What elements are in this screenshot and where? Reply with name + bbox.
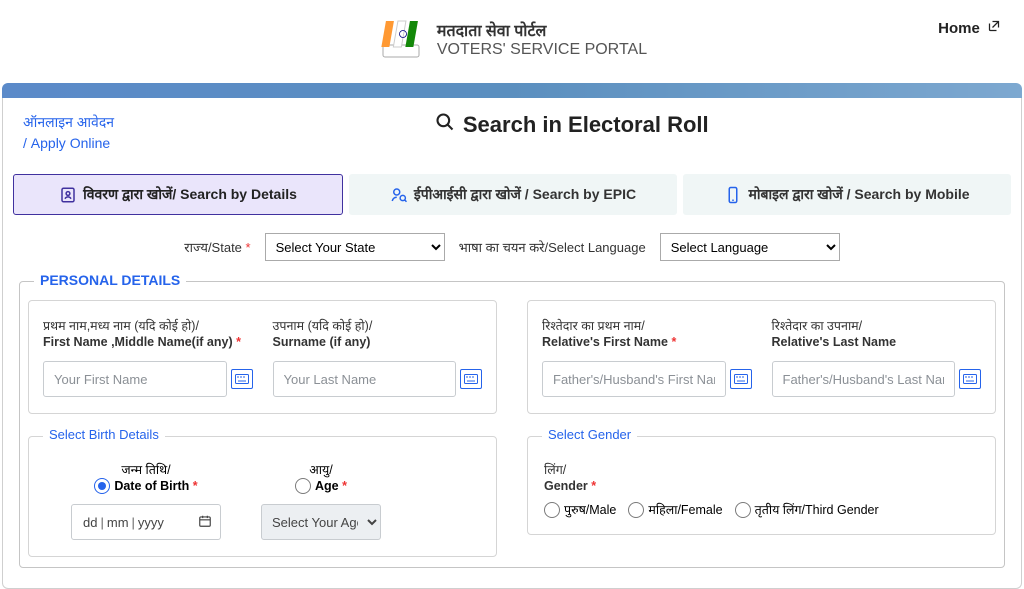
relative-first-name-input[interactable] bbox=[542, 361, 726, 397]
banner-strip bbox=[2, 83, 1022, 98]
surname-label-hi: उपनाम (यदि कोई हो)/ bbox=[273, 317, 483, 334]
dob-input[interactable]: dd|mm|yyyy bbox=[71, 504, 221, 540]
dob-label-en: Date of Birth * bbox=[114, 479, 197, 493]
portal-title-hi: मतदाता सेवा पोर्टल bbox=[437, 19, 647, 41]
gender-label-hi: लिंग/ bbox=[544, 461, 979, 478]
page-title: Search in Electoral Roll bbox=[435, 112, 709, 138]
home-link[interactable]: Home bbox=[938, 20, 1000, 37]
tab-search-by-details[interactable]: विवरण द्वारा खोजें/ Search by Details bbox=[13, 174, 343, 215]
relative-last-name-input[interactable] bbox=[772, 361, 956, 397]
personal-details-legend: PERSONAL DETAILS bbox=[34, 272, 186, 288]
relative-last-label-hi: रिश्तेदार का उपनाम/ bbox=[772, 317, 982, 334]
dob-label-hi: जन्म तिथि/ bbox=[71, 461, 221, 478]
gender-third-option[interactable]: तृतीय लिंग/Third Gender bbox=[735, 501, 879, 518]
age-label-en: Age * bbox=[315, 479, 347, 493]
external-link-icon bbox=[988, 21, 1000, 35]
gender-label-en: Gender * bbox=[544, 479, 979, 493]
keyboard-icon[interactable] bbox=[460, 369, 482, 389]
keyboard-icon[interactable] bbox=[730, 369, 752, 389]
mobile-icon bbox=[724, 186, 742, 204]
name-fields-box: प्रथम नाम,मध्य नाम (यदि कोई हो)/ First N… bbox=[28, 300, 497, 414]
birth-details-legend: Select Birth Details bbox=[43, 427, 165, 442]
relative-fields-box: रिश्तेदार का प्रथम नाम/ Relative's First… bbox=[527, 300, 996, 414]
birth-details-box: Select Birth Details जन्म तिथि/ Date of … bbox=[28, 436, 497, 557]
surname-input[interactable] bbox=[273, 361, 457, 397]
header: मतदाता सेवा पोर्टल VOTERS' SERVICE PORTA… bbox=[0, 0, 1024, 83]
search-icon bbox=[435, 112, 455, 138]
dob-radio[interactable] bbox=[94, 478, 110, 494]
search-tabs: विवरण द्वारा खोजें/ Search by Details ईप… bbox=[13, 174, 1011, 215]
tab-search-by-mobile[interactable]: मोबाइल द्वारा खोजें / Search by Mobile bbox=[683, 174, 1011, 215]
main-container: ऑनलाइन आवेदन / Apply Online Search in El… bbox=[2, 98, 1022, 589]
keyboard-icon[interactable] bbox=[959, 369, 981, 389]
gender-male-option[interactable]: पुरुष/Male bbox=[544, 501, 616, 518]
portal-title-en: VOTERS' SERVICE PORTAL bbox=[437, 41, 647, 59]
surname-label-en: Surname (if any) bbox=[273, 335, 483, 349]
first-name-input[interactable] bbox=[43, 361, 227, 397]
gender-legend: Select Gender bbox=[542, 427, 637, 442]
age-radio[interactable] bbox=[295, 478, 311, 494]
first-name-label-en: First Name ,Middle Name(if any) * bbox=[43, 335, 253, 349]
calendar-icon bbox=[198, 514, 212, 531]
epic-icon bbox=[390, 186, 408, 204]
age-label-hi: आयु/ bbox=[261, 461, 381, 478]
keyboard-icon[interactable] bbox=[231, 369, 253, 389]
tab-search-by-epic[interactable]: ईपीआईसी द्वारा खोजें / Search by EPIC bbox=[349, 174, 677, 215]
relative-first-label-hi: रिश्तेदार का प्रथम नाम/ bbox=[542, 317, 752, 334]
age-select[interactable]: Select Your Age bbox=[261, 504, 381, 540]
language-label: भाषा का चयन करे/Select Language bbox=[459, 238, 646, 256]
apply-online-link[interactable]: ऑनलाइन आवेदन / Apply Online bbox=[23, 114, 114, 151]
relative-first-label-en: Relative's First Name * bbox=[542, 335, 752, 349]
first-name-label-hi: प्रथम नाम,मध्य नाम (यदि कोई हो)/ bbox=[43, 317, 253, 334]
gender-female-option[interactable]: महिला/Female bbox=[628, 501, 722, 518]
eci-logo-icon bbox=[377, 15, 425, 63]
relative-last-label-en: Relative's Last Name bbox=[772, 335, 982, 349]
gender-box: Select Gender लिंग/ Gender * पुरुष/Male … bbox=[527, 436, 996, 535]
personal-details-section: PERSONAL DETAILS प्रथम नाम,मध्य नाम (यदि… bbox=[19, 281, 1005, 568]
state-select[interactable]: Select Your State bbox=[265, 233, 445, 261]
state-label: राज्य/State * bbox=[184, 238, 250, 256]
language-select[interactable]: Select Language bbox=[660, 233, 840, 261]
details-icon bbox=[59, 186, 77, 204]
